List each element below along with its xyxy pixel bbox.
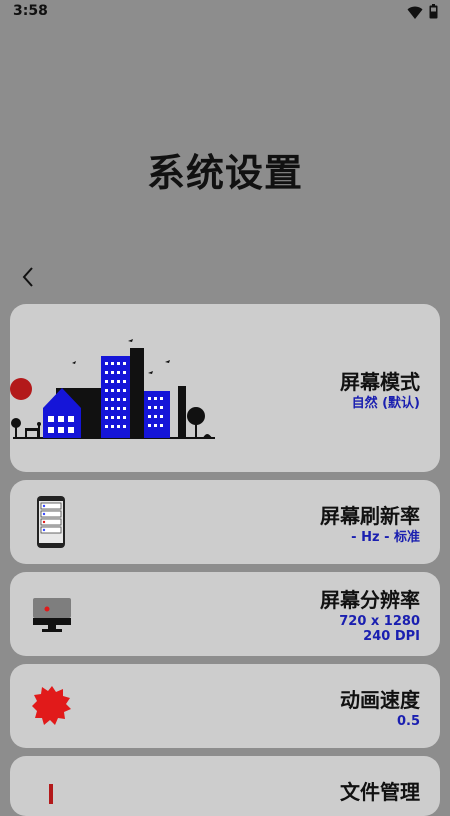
- animation-speed-title: 动画速度: [340, 688, 420, 712]
- screen-mode-value: 自然 (默认): [351, 396, 420, 411]
- screen-mode-title: 屏幕模式: [340, 370, 420, 394]
- resolution-dpi: 240 DPI: [363, 629, 420, 644]
- screen-mode-card[interactable]: 屏幕模式 自然 (默认): [10, 304, 440, 472]
- wifi-icon: [407, 4, 423, 23]
- refresh-rate-value: - Hz - 标准: [351, 530, 420, 545]
- animation-speed-card[interactable]: 动画速度 0.5: [10, 664, 440, 748]
- phone-icon: [37, 496, 65, 548]
- status-time: 3:58: [13, 3, 48, 19]
- refresh-rate-card[interactable]: 屏幕刷新率 - Hz - 标准: [10, 480, 440, 564]
- resolution-value: 720 x 1280: [339, 614, 420, 629]
- city-illustration: [11, 339, 215, 439]
- animation-speed-value: 0.5: [396, 714, 420, 729]
- page-title: 系统设置: [146, 151, 303, 195]
- resolution-card[interactable]: 屏幕分辨率 720 x 1280 240 DPI: [10, 572, 440, 656]
- chevron-left-icon: [22, 267, 33, 287]
- gear-icon: [32, 686, 71, 725]
- refresh-rate-title: 屏幕刷新率: [320, 504, 420, 528]
- file-manager-card[interactable]: 文件管理: [10, 756, 440, 816]
- status-icons: [407, 4, 438, 23]
- status-bar: 3:58: [0, 0, 450, 24]
- monitor-icon: [33, 598, 71, 632]
- back-button[interactable]: [14, 263, 42, 291]
- battery-icon: [429, 4, 438, 23]
- file-manager-title: 文件管理: [340, 780, 420, 804]
- file-icon: [49, 784, 53, 804]
- resolution-title: 屏幕分辨率: [320, 588, 420, 612]
